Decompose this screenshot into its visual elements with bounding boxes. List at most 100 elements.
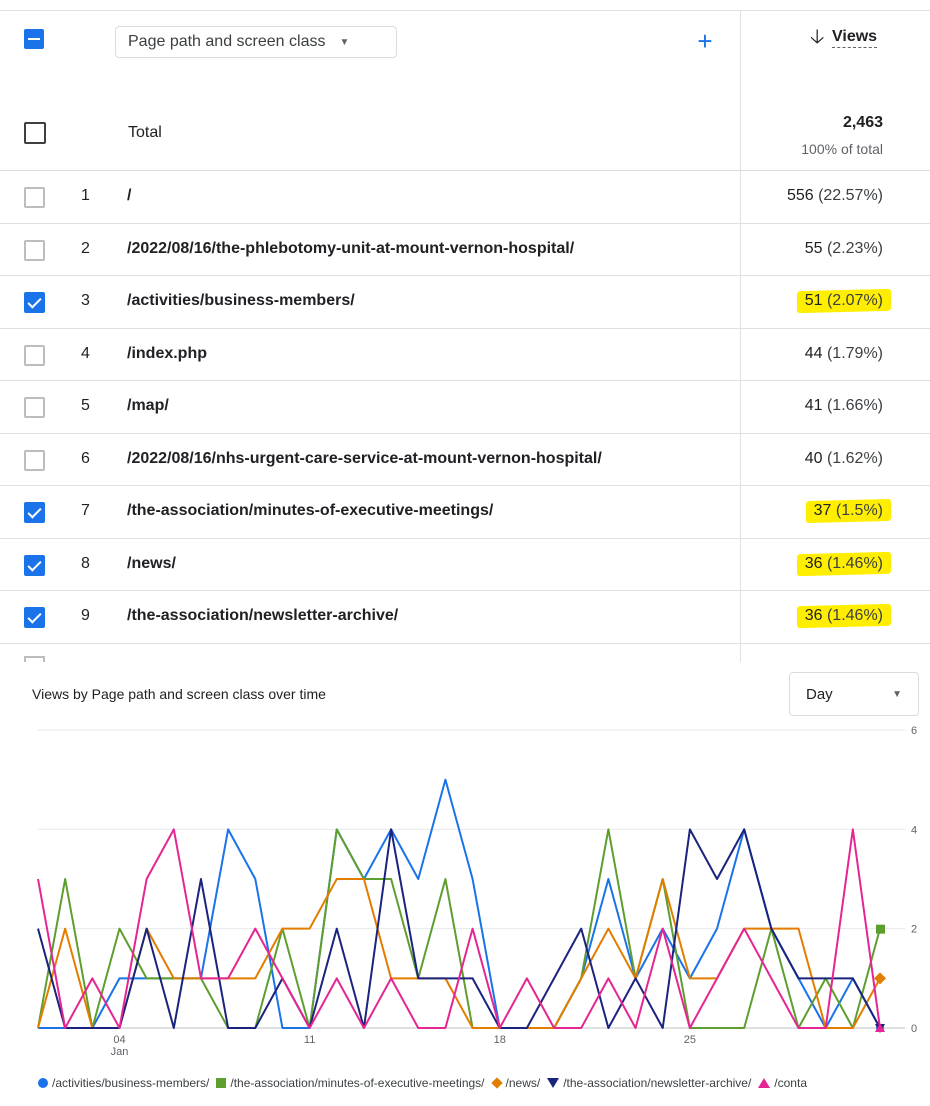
views-value: 41 (1.66%)	[805, 397, 883, 415]
row-checkbox[interactable]	[24, 397, 45, 418]
circle-marker-icon	[38, 1078, 48, 1088]
page-path[interactable]: /the-association/minutes-of-executive-me…	[127, 502, 493, 520]
views-count: 556	[786, 187, 819, 204]
row-index: 5	[81, 397, 90, 414]
views-value: 55 (2.23%)	[805, 240, 883, 258]
legend-item[interactable]: /news/	[490, 1076, 541, 1090]
chart-legend: /activities/business-members/ /the-associ…	[38, 1076, 930, 1090]
row-checkbox[interactable]	[24, 292, 45, 313]
granularity-label: Day	[806, 686, 833, 703]
views-column-header[interactable]: Views	[832, 28, 878, 48]
views-percent: (2.23%)	[826, 239, 883, 257]
chart-title: Views by Page path and screen class over…	[32, 686, 326, 702]
series-end-marker	[876, 924, 885, 934]
legend-label: /activities/business-members/	[52, 1076, 210, 1090]
row-checkbox[interactable]	[24, 187, 45, 208]
table-row[interactable]: 7/the-association/minutes-of-executive-m…	[0, 486, 930, 539]
table-row[interactable]: 1 / 556 (22.57%)	[0, 171, 930, 224]
x-tick-label: 25	[684, 1034, 696, 1046]
views-value: 44 (1.79%)	[805, 345, 883, 363]
table-row[interactable]: 2/2022/08/16/the-phlebotomy-unit-at-moun…	[0, 224, 930, 276]
views-value: 36 (1.46%)	[805, 607, 883, 625]
select-all-checkbox[interactable]	[24, 29, 44, 49]
dimension-dropdown[interactable]: Page path and screen class ▼	[115, 26, 397, 58]
table-row[interactable]: 5/map/41 (1.66%)	[0, 381, 930, 434]
legend-label: /news/	[505, 1076, 541, 1090]
page-path[interactable]: /2022/08/16/nhs-urgent-care-service-at-m…	[127, 450, 602, 468]
legend-item[interactable]: /conta	[758, 1076, 807, 1090]
row-checkbox[interactable]	[24, 344, 45, 366]
total-label: Total	[128, 124, 162, 141]
views-count: 37	[813, 502, 836, 519]
row-index: 4	[81, 344, 90, 362]
table-row[interactable]: 4/index.php 44 (1.79%)	[0, 329, 930, 381]
add-dimension-button[interactable]: +	[692, 26, 718, 56]
row-checkbox[interactable]	[24, 554, 45, 576]
views-value: 40 (1.62%)	[805, 450, 883, 468]
views-count: 40	[804, 449, 827, 467]
page-path[interactable]: /index.php	[127, 345, 207, 363]
row-checkbox[interactable]	[24, 502, 45, 523]
row-index: 7	[81, 502, 90, 519]
total-checkbox[interactable]	[24, 122, 46, 144]
triangle-down-marker-icon	[547, 1078, 560, 1088]
report-table: Page path and screen class ▼ + 🡣 Views T…	[0, 0, 930, 662]
views-percent: (22.57%)	[818, 187, 883, 204]
page-path[interactable]: /2022/08/16/the-phlebotomy-unit-at-mount…	[127, 240, 574, 258]
line-chart: 0 2 4 6 04Jan 11 18 25	[37, 725, 917, 1058]
x-tick-label: 18	[494, 1034, 506, 1046]
views-percent: (1.66%)	[826, 397, 883, 414]
views-value: 556 (22.57%)	[787, 187, 883, 205]
legend-item[interactable]: /the-association/newsletter-archive/	[547, 1076, 751, 1090]
row-index: 8	[81, 554, 90, 572]
views-percent: (1.79%)	[826, 344, 883, 362]
views-count: 51	[804, 292, 827, 309]
page-path[interactable]: /map/	[127, 397, 169, 415]
legend-item[interactable]: /the-association/minutes-of-executive-me…	[216, 1076, 485, 1090]
square-marker-icon	[216, 1078, 227, 1088]
chevron-down-icon: ▼	[892, 689, 902, 700]
page-path[interactable]: /the-association/newsletter-archive/	[127, 607, 398, 625]
y-tick-label: 2	[911, 924, 917, 936]
views-count: 36	[804, 607, 827, 624]
partial-row-checkbox[interactable]	[24, 656, 45, 662]
views-percent: (1.5%)	[835, 502, 883, 519]
table-row[interactable]: 3/activities/business-members/51 (2.07%)	[0, 276, 930, 329]
row-index: 9	[81, 607, 90, 624]
legend-item[interactable]: /activities/business-members/	[38, 1076, 209, 1090]
chevron-down-icon: ▼	[339, 36, 350, 48]
x-tick-label: 11	[304, 1034, 315, 1046]
arrow-down-icon[interactable]: 🡣	[810, 26, 824, 48]
x-tick-label: 04	[113, 1034, 125, 1046]
page-path[interactable]: /activities/business-members/	[127, 292, 355, 310]
y-tick-label: 6	[911, 725, 917, 737]
row-index: 1	[81, 187, 90, 204]
views-value: 51 (2.07%)	[805, 292, 883, 310]
table-row[interactable]: 9/the-association/newsletter-archive/36 …	[0, 591, 930, 644]
legend-label: /the-association/newsletter-archive/	[563, 1076, 752, 1090]
row-index: 3	[81, 292, 90, 309]
legend-label: /the-association/minutes-of-executive-me…	[230, 1076, 485, 1090]
row-checkbox[interactable]	[24, 607, 45, 628]
x-tick-sublabel: Jan	[111, 1046, 129, 1058]
views-value: 37 (1.5%)	[814, 502, 883, 520]
table-top-border	[0, 10, 930, 11]
row-index: 6	[81, 449, 90, 467]
table-row[interactable]: 8/news/36 (1.46%)	[0, 539, 930, 591]
total-percent: 100% of total	[801, 141, 883, 157]
diamond-marker-icon	[490, 1077, 503, 1089]
dimension-label: Page path and screen class	[128, 33, 326, 50]
page-path[interactable]: /news/	[127, 555, 176, 573]
page-path[interactable]: /	[127, 187, 131, 205]
views-percent: (1.46%)	[826, 554, 883, 572]
y-tick-label: 4	[911, 824, 917, 836]
granularity-dropdown[interactable]: Day ▼	[789, 672, 919, 716]
triangle-up-marker-icon	[758, 1078, 771, 1088]
views-percent: (2.07%)	[826, 292, 883, 309]
y-tick-label: 0	[911, 1023, 917, 1035]
row-checkbox[interactable]	[24, 239, 45, 261]
views-count: 55	[804, 239, 827, 257]
table-row[interactable]: 6/2022/08/16/nhs-urgent-care-service-at-…	[0, 434, 930, 486]
row-checkbox[interactable]	[24, 449, 45, 471]
legend-label: /conta	[774, 1076, 807, 1090]
